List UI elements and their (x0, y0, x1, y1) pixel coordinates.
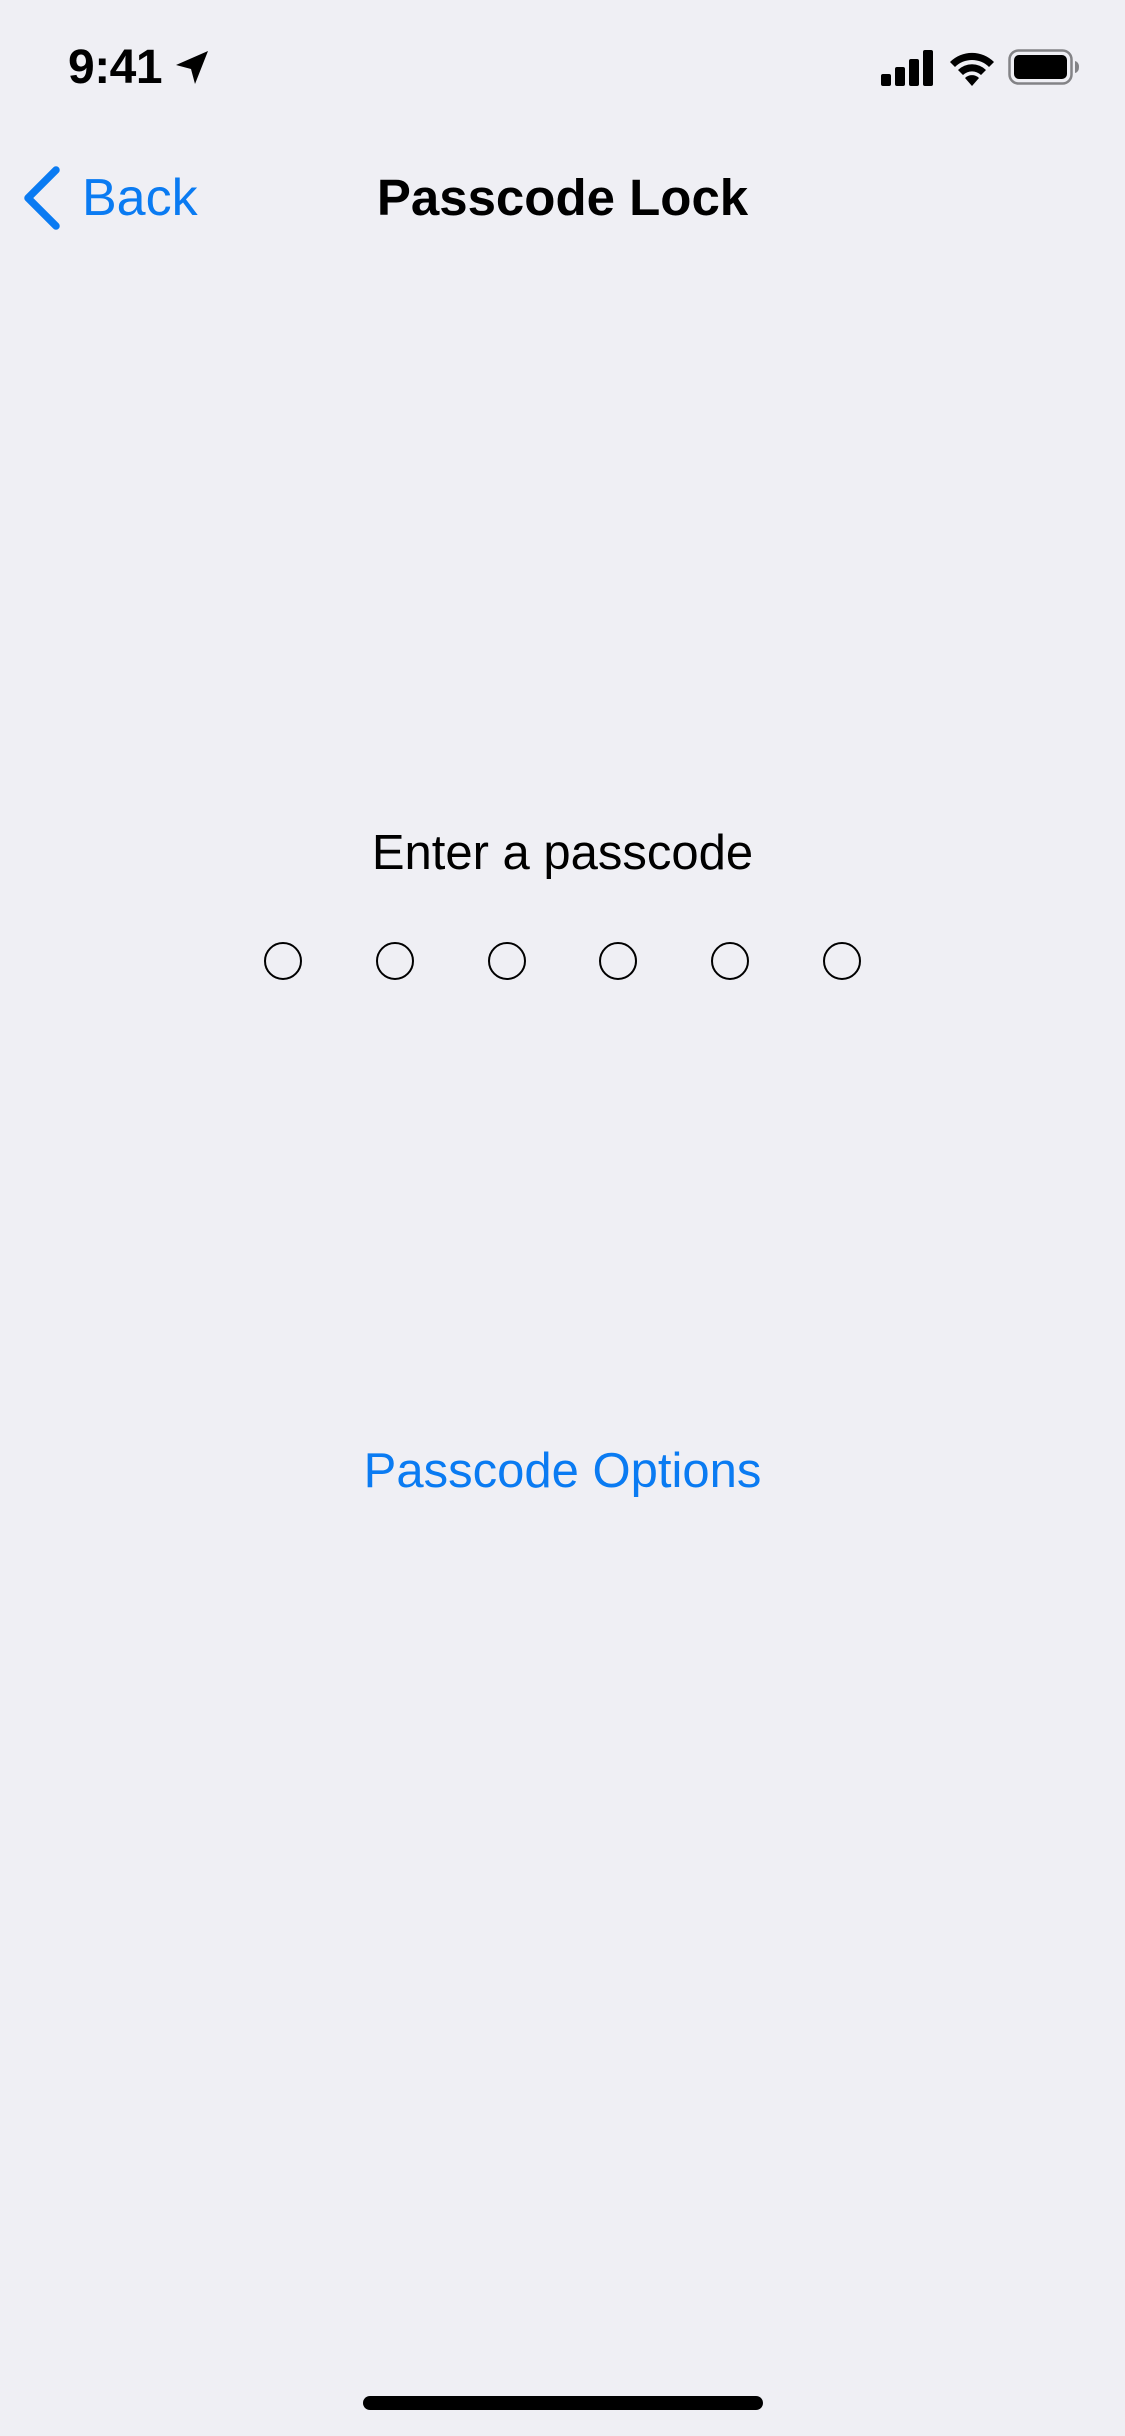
passcode-dots[interactable] (264, 942, 861, 982)
passcode-options-button[interactable]: Passcode Options (0, 1436, 1125, 1506)
passcode-dot (487, 942, 526, 980)
status-time: 9:41 (68, 41, 163, 94)
wifi-icon (950, 52, 994, 86)
passcode-dot (599, 942, 638, 980)
passcode-dot (375, 942, 414, 980)
location-icon (176, 51, 208, 84)
passcode-prompt: Enter a passcode (371, 826, 754, 880)
navigation-bar: Back Passcode Lock (0, 132, 1125, 264)
page-title: Passcode Lock (376, 169, 749, 226)
status-bar: 9:41 (0, 0, 1125, 132)
signal-icon (881, 50, 933, 86)
passcode-dot (264, 942, 302, 980)
battery-icon (1008, 49, 1079, 85)
passcode-dot (822, 942, 861, 980)
home-indicator[interactable] (363, 2396, 763, 2410)
passcode-dot (711, 942, 750, 980)
